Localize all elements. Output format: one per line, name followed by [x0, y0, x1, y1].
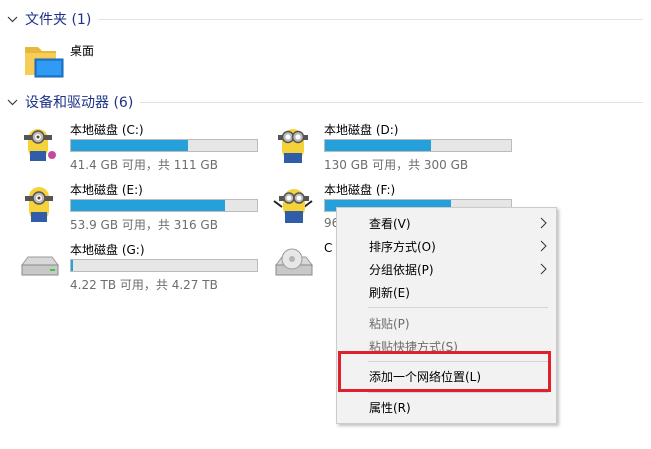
menu-item-refresh[interactable]: 刷新(E): [340, 281, 553, 303]
highlight-box: [338, 351, 551, 392]
menu-item-view[interactable]: 查看(V): [340, 212, 553, 234]
minion-drive-icon: [272, 121, 316, 165]
menu-item-label: 分组依据(P): [369, 262, 434, 277]
drive-usage-bar: [70, 259, 258, 272]
drive-item-g[interactable]: 本地磁盘 (G:) 4.22 TB 可用，共 4.27 TB: [18, 241, 263, 293]
group-header-label: 文件夹 (1): [25, 12, 92, 28]
group-header-folders[interactable]: 文件夹 (1): [0, 9, 651, 29]
hard-drive-icon: [18, 241, 62, 285]
drive-space-text: 130 GB 可用，共 300 GB: [324, 158, 469, 172]
drive-name: 本地磁盘 (C:): [70, 123, 144, 137]
drive-space-text: 53.9 GB 可用，共 316 GB: [70, 218, 218, 232]
drive-name: C: [324, 241, 333, 255]
menu-separator: [368, 307, 548, 308]
menu-item-label: 属性(R): [369, 400, 411, 415]
drive-name: 本地磁盘 (G:): [70, 243, 145, 257]
group-header-label: 设备和驱动器 (6): [25, 95, 134, 111]
menu-item-label: 查看(V): [369, 216, 411, 231]
menu-item-paste[interactable]: 粘贴(P): [340, 312, 553, 334]
chevron-right-icon: [539, 240, 547, 252]
menu-item-properties[interactable]: 属性(R): [340, 396, 553, 418]
drive-name: 本地磁盘 (D:): [324, 123, 399, 137]
minion-drive-icon: [18, 121, 62, 165]
menu-item-sort[interactable]: 排序方式(O): [340, 235, 553, 257]
folder-name: 桌面: [70, 44, 95, 58]
drive-usage-bar: [324, 139, 512, 152]
chevron-down-icon[interactable]: [6, 13, 18, 25]
drive-name: 本地磁盘 (E:): [70, 183, 143, 197]
drive-usage-bar: [70, 199, 258, 212]
chevron-down-icon[interactable]: [6, 96, 18, 108]
drive-item-optical[interactable]: C: [272, 241, 342, 293]
menu-item-label: 粘贴(P): [369, 316, 410, 331]
group-divider: [98, 19, 643, 20]
drive-usage-bar: [70, 139, 258, 152]
drive-item-c[interactable]: 本地磁盘 (C:) 41.4 GB 可用，共 111 GB: [18, 121, 263, 173]
drive-space-text: 4.22 TB 可用，共 4.27 TB: [70, 278, 218, 292]
drive-usage-fill: [71, 140, 189, 151]
drive-usage-fill: [325, 140, 432, 151]
minion-drive-icon: [272, 181, 316, 225]
group-divider: [140, 102, 643, 103]
folder-item-desktop[interactable]: 桌面: [22, 41, 142, 81]
chevron-right-icon: [539, 263, 547, 275]
minion-drive-icon: [18, 181, 62, 225]
chevron-right-icon: [539, 217, 547, 229]
menu-item-label: 排序方式(O): [369, 239, 436, 254]
drive-item-d[interactable]: 本地磁盘 (D:) 130 GB 可用，共 300 GB: [272, 121, 517, 173]
menu-item-group-by[interactable]: 分组依据(P): [340, 258, 553, 280]
drive-usage-fill: [71, 200, 226, 211]
optical-drive-icon: [272, 241, 316, 285]
drive-usage-fill: [71, 260, 73, 271]
drive-item-e[interactable]: 本地磁盘 (E:) 53.9 GB 可用，共 316 GB: [18, 181, 263, 233]
menu-item-label: 刷新(E): [369, 285, 410, 300]
menu-separator: [368, 392, 548, 393]
drive-name: 本地磁盘 (F:): [324, 183, 396, 197]
group-header-devices[interactable]: 设备和驱动器 (6): [0, 92, 651, 112]
drive-space-text: 41.4 GB 可用，共 111 GB: [70, 158, 218, 172]
desktop-folder-icon: [22, 41, 68, 81]
